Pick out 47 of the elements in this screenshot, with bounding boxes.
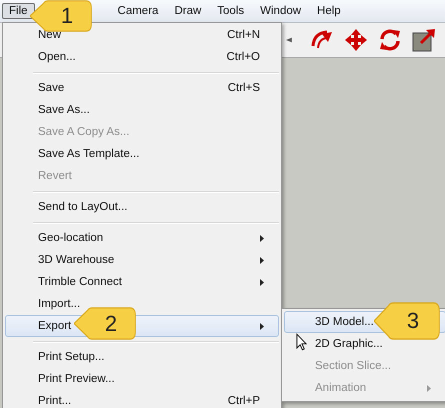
menu-item-label: 3D Warehouse [38, 254, 114, 266]
menu-title[interactable]: Tools [210, 3, 252, 19]
menu-item[interactable]: Trimble Connect [5, 271, 279, 293]
menu-item[interactable]: Save As... [5, 99, 279, 121]
menu-item[interactable]: Save Ctrl+S [5, 77, 279, 99]
rotate-icon[interactable] [378, 28, 402, 52]
menu-item-label: Animation [315, 382, 366, 394]
pan-icon[interactable] [344, 28, 368, 52]
menu-item-label: Send to LayOut... [38, 201, 128, 213]
menu-item-label: Save As Template... [38, 148, 140, 160]
menu-item-label: Geo-location [38, 232, 104, 244]
menu-item[interactable]: 3D Warehouse [5, 249, 279, 271]
scale-icon[interactable] [412, 28, 436, 52]
menu-item-label: Print Setup... [38, 351, 104, 363]
menu-item-label: 3D Model... [315, 316, 374, 328]
menu-title[interactable]: Draw [167, 3, 208, 19]
menu-item-label: New [38, 29, 62, 41]
menu-item[interactable]: Send to LayOut... [5, 196, 279, 218]
menu-title[interactable]: File [2, 3, 35, 19]
menu-item-label: Save As... [38, 104, 90, 116]
shortcut-label: Ctrl+S [228, 82, 260, 94]
menu-item[interactable]: Save As Template... [5, 143, 279, 165]
mouse-cursor-icon [296, 333, 307, 351]
shortcut-label: Ctrl+N [227, 29, 260, 41]
menu-item-label: Trimble Connect [38, 276, 122, 288]
menu-title[interactable]: Help [310, 3, 348, 19]
step-number-tooltip: 3 [374, 302, 440, 340]
menu-title[interactable]: Camera [110, 3, 166, 19]
menu-item-label: Section Slice... [315, 360, 392, 372]
menu-item-label: Save [38, 82, 64, 94]
shortcut-label: Ctrl+O [226, 51, 260, 63]
menu-item-label: 2D Graphic... [315, 338, 383, 350]
menu-item[interactable]: Print Setup... [5, 346, 279, 368]
menu-item-label: Revert [38, 170, 72, 182]
menu-item[interactable]: Print... Ctrl+P [5, 390, 279, 408]
menu-item[interactable]: Print Preview... [5, 368, 279, 390]
menu-item[interactable]: Geo-location [5, 227, 279, 249]
menu-item-label: Save A Copy As... [38, 126, 130, 138]
step-number-tooltip: 2 [74, 307, 136, 340]
menu-title[interactable]: Window [253, 3, 308, 19]
shortcut-label: Ctrl+P [228, 395, 260, 407]
menu-item[interactable]: Open... Ctrl+O [5, 46, 279, 68]
menu-item-label: Print... [38, 395, 72, 407]
menu-item-label: Export [38, 320, 72, 332]
menu-item-label: Print Preview... [38, 373, 115, 385]
menu-item-label: Import... [38, 298, 80, 310]
menu-item-label: Open... [38, 51, 76, 63]
